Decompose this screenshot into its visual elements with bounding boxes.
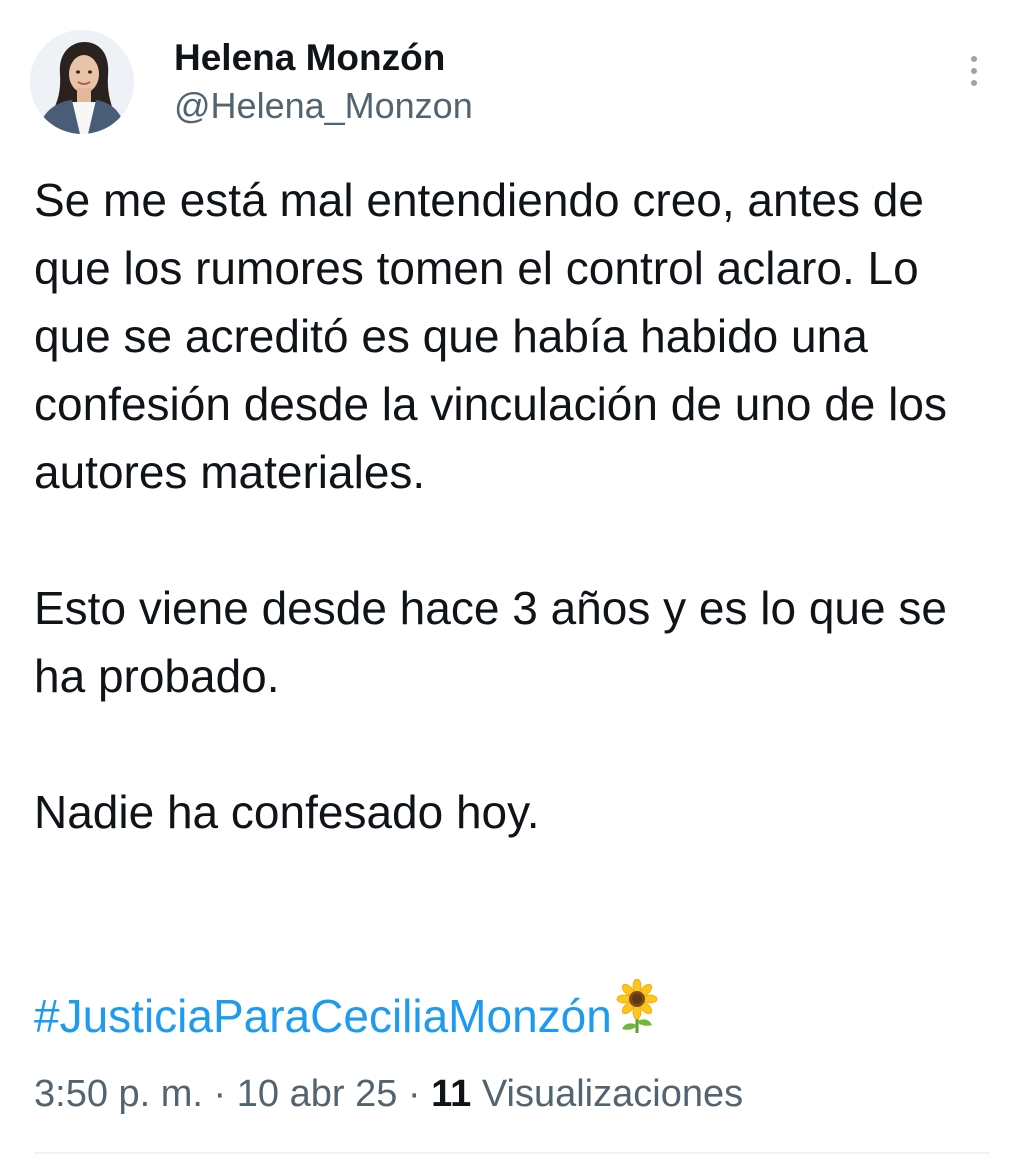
tweet-meta: 3:50 p. m. · 10 abr 25 · 11 Visualizacio… (34, 1068, 743, 1120)
author-display-name[interactable]: Helena Monzón (174, 36, 473, 80)
tweet-paragraph: Esto viene desde hace 3 años y es lo que… (34, 582, 947, 702)
avatar-photo-icon (30, 30, 134, 134)
tweet-paragraph: Se me está mal entendiendo creo, antes d… (34, 174, 947, 498)
hashtag-line: #JusticiaParaCeciliaMonzón (34, 978, 660, 1053)
tweet-time[interactable]: 3:50 p. m. (34, 1073, 203, 1115)
more-vertical-icon[interactable] (962, 56, 986, 96)
author-handle[interactable]: @Helena_Monzon (174, 82, 473, 130)
tweet-card: Helena Monzón @Helena_Monzon Se me está … (0, 0, 1024, 1161)
more-dot (971, 80, 977, 86)
tweet-text: Se me está mal entendiendo creo, antes d… (34, 166, 994, 846)
views-label: Visualizaciones (481, 1073, 744, 1115)
tweet-paragraph: Nadie ha confesado hoy. (34, 786, 540, 838)
divider (34, 1152, 990, 1154)
author-names: Helena Monzón @Helena_Monzon (174, 36, 473, 130)
more-dot (971, 56, 977, 62)
sunflower-icon (614, 978, 660, 1053)
avatar[interactable] (30, 30, 134, 134)
more-dot (971, 68, 977, 74)
meta-separator: · (202, 1073, 237, 1115)
views-count[interactable]: 11 (431, 1073, 471, 1115)
tweet-date[interactable]: 10 abr 25 (237, 1073, 398, 1115)
hashtag-link[interactable]: #JusticiaParaCeciliaMonzón (34, 990, 612, 1042)
meta-separator: · (397, 1073, 432, 1115)
tweet-header: Helena Monzón @Helena_Monzon (30, 30, 994, 140)
